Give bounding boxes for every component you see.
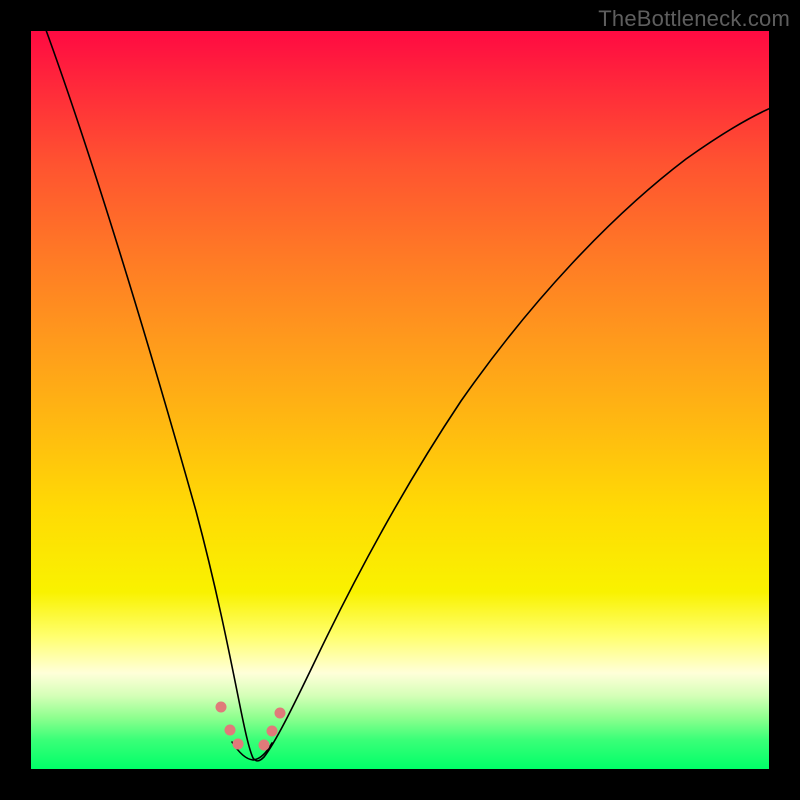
watermark-text: TheBottleneck.com: [598, 6, 790, 32]
highlight-dot: [233, 739, 244, 750]
chart-svg: [31, 31, 769, 769]
bottleneck-curve: [39, 11, 783, 761]
highlight-dot: [275, 708, 286, 719]
chart-frame: TheBottleneck.com: [0, 0, 800, 800]
highlight-dot: [225, 725, 236, 736]
highlight-dot: [216, 702, 227, 713]
highlight-dot: [267, 726, 278, 737]
highlight-dot: [259, 740, 270, 751]
plot-area: [31, 31, 769, 769]
